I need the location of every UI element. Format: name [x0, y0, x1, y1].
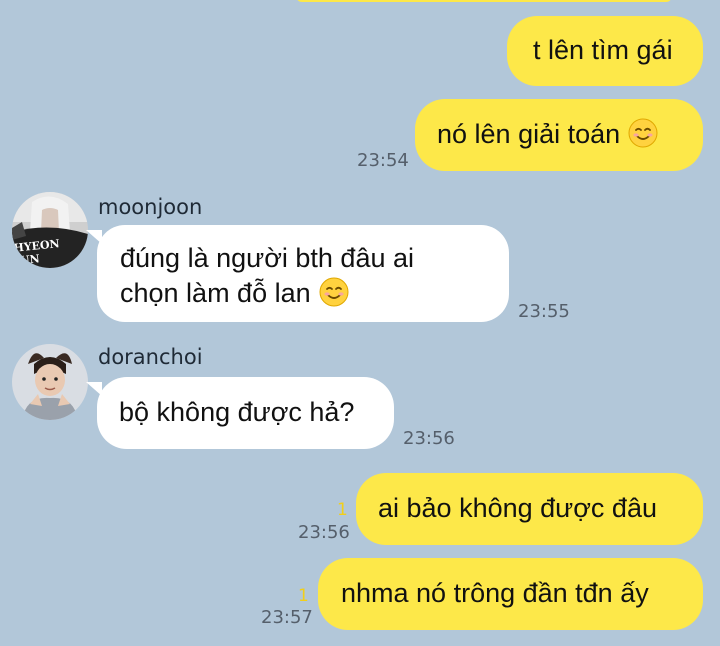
avatar[interactable]: HYEON JUN	[12, 192, 88, 268]
my-message-bubble[interactable]: ai bảo không được đâu	[356, 473, 703, 545]
sender-name: doranchoi	[98, 345, 203, 369]
message-text: nó lên giải toán	[437, 119, 621, 149]
my-message-bubble[interactable]: nhma nó trông đần tđn ấy	[318, 558, 703, 630]
unread-count: 1	[337, 500, 348, 520]
unread-count: 1	[298, 586, 309, 606]
message-text-line: chọn làm đỗ lan	[120, 276, 509, 311]
message-text: bộ không được hả?	[119, 397, 355, 427]
message-timestamp: 23:55	[518, 301, 570, 322]
avatar[interactable]	[12, 344, 88, 420]
sender-name: moonjoon	[98, 195, 203, 219]
message-timestamp: 23:54	[357, 150, 409, 171]
smiling-face-emoji	[319, 277, 349, 307]
message-text: t lên tìm gái	[533, 35, 673, 65]
my-message-bubble[interactable]: t lên tìm gái	[507, 16, 703, 86]
message-timestamp: 23:57	[261, 607, 313, 628]
message-timestamp: 23:56	[298, 522, 350, 543]
message-text: ai bảo không được đâu	[378, 493, 657, 523]
their-message-bubble[interactable]: đúng là người bth đâu ai chọn làm đỗ lan	[97, 225, 509, 322]
avatar-photo-doranchoi	[12, 344, 88, 420]
my-message-bubble[interactable]: nó lên giải toán	[415, 99, 703, 171]
previous-message-bubble	[296, 0, 672, 2]
message-timestamp: 23:56	[403, 428, 455, 449]
message-text-line: đúng là người bth đâu ai	[120, 243, 414, 273]
their-message-bubble[interactable]: bộ không được hả?	[97, 377, 394, 449]
smiling-face-emoji	[628, 118, 658, 148]
message-text: nhma nó trông đần tđn ấy	[341, 578, 649, 608]
